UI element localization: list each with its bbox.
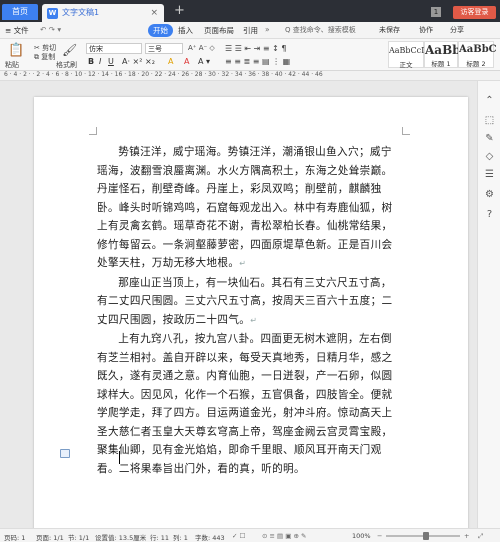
margin-corner-mark xyxy=(89,127,97,135)
menu-tab-home[interactable]: 开始 xyxy=(148,24,173,37)
spellcheck-icon[interactable]: ✓ ☐ xyxy=(232,532,245,540)
status-setting[interactable]: 设置值: 13.5厘米 xyxy=(95,532,146,542)
zoom-in-icon[interactable]: + xyxy=(464,532,469,540)
expand-panel-icon[interactable]: ⌃ xyxy=(484,95,495,106)
right-sidebar: ⌃ ⬚ ✎ ◇ ☰ ⚙ ? xyxy=(477,81,500,528)
help-icon[interactable]: ? xyxy=(484,209,495,220)
collaborate-button[interactable]: 协作 xyxy=(419,25,433,35)
font-effects-icons[interactable]: A· ×² ×₂ xyxy=(122,57,155,66)
tab-home[interactable]: 首页 xyxy=(2,4,38,20)
italic-button[interactable]: I xyxy=(99,57,101,66)
horizontal-ruler[interactable]: 6 · 4 · 2 · · 2 · 4 · 6 · 8 · 10 · 12 · … xyxy=(0,71,500,81)
ribbon-toolbar: 📋 粘贴 ✂ 剪切 ⧉ 复制 🖌 格式刷 仿宋 三号 A⁺ A⁻ ◇ B I U… xyxy=(0,39,500,71)
paragraph: 那座山正当顶上，有一块仙石。其石有三丈六尺五寸高，有二丈四尺围圆。三丈六尺五寸高… xyxy=(97,276,393,326)
bold-button[interactable]: B xyxy=(88,57,94,66)
tab-document-label: 文字文稿1 xyxy=(62,8,100,17)
status-row[interactable]: 行: 11 xyxy=(150,532,169,542)
alignment-icons[interactable]: ≡ ≡ ≣ ≡ ▤ ⋮ ▦ xyxy=(225,57,290,66)
text-cursor xyxy=(119,451,120,464)
font-color-icon[interactable]: A xyxy=(184,57,189,66)
undo-redo-icons[interactable]: ↶ ↷ ▾ xyxy=(40,25,61,34)
underline-button[interactable]: U xyxy=(108,57,114,66)
format-painter-icon[interactable]: 🖌 xyxy=(62,43,77,57)
writer-doc-icon: W xyxy=(47,8,58,19)
menu-tab-references[interactable]: 引用 xyxy=(243,25,258,36)
share-button[interactable]: 分享 xyxy=(450,25,464,35)
tab-document[interactable]: W 文字文稿1 × xyxy=(42,4,164,22)
status-bar: 页码: 1 页面: 1/1 节: 1/1 设置值: 13.5厘米 行: 11 列… xyxy=(0,528,500,542)
document-canvas: 势镇汪洋，威宁瑶海。势镇汪洋，潮涌银山鱼入穴；威宁瑶海，波翻雪浪蜃离渊。水火方隅… xyxy=(0,81,477,528)
char-shading-icon[interactable]: A ▾ xyxy=(198,57,210,66)
settings-icon[interactable]: ⚙ xyxy=(484,189,495,200)
navigation-icon[interactable]: ☰ xyxy=(484,169,495,180)
menu-tab-layout[interactable]: 页面布局 xyxy=(204,25,234,36)
guest-login-button[interactable]: 访客登录 xyxy=(453,6,496,19)
paragraph: 上有九窍八孔，按九宫八卦。四面更无树木遮阴，左右倒有芝兰相衬。盖自开辟以来，每受… xyxy=(97,333,393,475)
close-tab-icon[interactable]: × xyxy=(150,4,158,22)
menu-more-chevron-icon[interactable]: » xyxy=(265,25,270,34)
paste-button[interactable]: 粘贴 xyxy=(5,60,19,70)
fit-width-icon[interactable]: ⤢ xyxy=(478,532,483,541)
document-body[interactable]: 势镇汪洋，威宁瑶海。势镇汪洋，潮涌银山鱼入穴；威宁瑶海，波翻雪浪蜃离渊。水火方隅… xyxy=(97,143,393,478)
paragraph: 势镇汪洋，威宁瑶海。势镇汪洋，潮涌银山鱼入穴；威宁瑶海，波翻雪浪蜃离渊。水火方隅… xyxy=(97,146,393,269)
status-section[interactable]: 节: 1/1 xyxy=(68,532,89,542)
unsaved-cloud-button[interactable]: 未保存 xyxy=(379,25,400,35)
command-search[interactable]: Q 查找命令、搜索模板 xyxy=(285,25,356,35)
style-heading-2[interactable]: AaBbC 标题 2 xyxy=(458,41,497,68)
window-count-badge[interactable]: 1 xyxy=(431,7,441,17)
font-name-select[interactable]: 仿宋 xyxy=(86,43,142,54)
zoom-out-icon[interactable]: − xyxy=(377,532,382,540)
highlight-color-icon[interactable]: A xyxy=(168,57,173,66)
file-menu[interactable]: ≡ 文件 xyxy=(5,25,29,36)
format-painter-button[interactable]: 格式刷 xyxy=(56,60,77,70)
view-mode-icons[interactable]: ⊙ ≡ ▤ ▣ ⊕ ✎ xyxy=(262,532,306,540)
style-normal[interactable]: AaBbCcDd 正文 xyxy=(388,41,433,69)
zoom-level[interactable]: 100% xyxy=(352,532,371,540)
title-bar: 首页 W 文字文稿1 × + 1 访客登录 xyxy=(0,0,500,22)
ruler-numbers: 6 · 4 · 2 · · 2 · 4 · 6 · 8 · 10 · 12 · … xyxy=(4,71,323,78)
paragraph-handle-icon[interactable] xyxy=(60,449,70,458)
list-format-icons[interactable]: ☰ ☰ ⇤ ⇥ ≡ ↕ ¶ xyxy=(225,44,287,53)
copy-button[interactable]: ⧉ 复制 xyxy=(34,52,55,62)
font-grow-shrink-icons[interactable]: A⁺ A⁻ ◇ xyxy=(188,44,215,52)
menu-bar: ≡ 文件 ↶ ↷ ▾ 开始 插入 页面布局 引用 » Q 查找命令、搜索模板 未… xyxy=(0,22,500,39)
new-tab-button[interactable]: + xyxy=(174,3,185,18)
document-page[interactable]: 势镇汪洋，威宁瑶海。势镇汪洋，潮涌银山鱼入穴；威宁瑶海，波翻雪浪蜃离渊。水火方隅… xyxy=(34,97,468,528)
shape-icon[interactable]: ◇ xyxy=(484,151,495,162)
zoom-slider-knob[interactable] xyxy=(423,532,429,540)
status-pages[interactable]: 页面: 1/1 xyxy=(36,532,64,542)
margin-corner-mark xyxy=(402,127,410,135)
paste-icon[interactable]: 📋 xyxy=(8,43,24,58)
style-heading-1[interactable]: AaBb 标题 1 xyxy=(424,41,461,68)
select-icon[interactable]: ⬚ xyxy=(484,115,495,126)
menu-tab-insert[interactable]: 插入 xyxy=(178,25,193,36)
status-col[interactable]: 列: 1 xyxy=(173,532,188,542)
status-words[interactable]: 字数: 443 xyxy=(195,532,225,542)
font-size-select[interactable]: 三号 xyxy=(145,43,183,54)
style-panel-icon[interactable]: ✎ xyxy=(484,133,495,144)
status-page[interactable]: 页码: 1 xyxy=(4,532,25,542)
